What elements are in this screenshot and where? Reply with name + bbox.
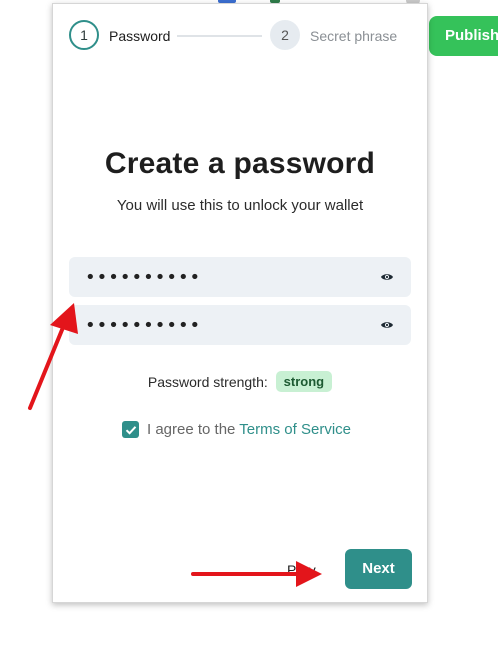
- page-subtitle: You will use this to unlock your wallet: [116, 197, 364, 214]
- next-button[interactable]: Next: [345, 549, 412, 589]
- eye-icon[interactable]: [376, 266, 398, 288]
- terms-prefix: I agree to the: [147, 421, 240, 438]
- password-strength: Password strength: strong: [53, 371, 427, 392]
- wallet-popup: 1 Password 2 Secret phrase Create a pass…: [52, 3, 428, 603]
- stepper: 1 Password 2 Secret phrase: [69, 20, 414, 52]
- password-field[interactable]: [69, 257, 411, 297]
- terms-checkbox[interactable]: [122, 421, 139, 438]
- step-2-label: Secret phrase: [310, 28, 398, 44]
- terms-of-service-link[interactable]: Terms of Service: [239, 421, 351, 438]
- step-connector: [177, 35, 262, 37]
- step-1-indicator: 1: [69, 20, 99, 50]
- page-title: Create a password: [104, 147, 376, 180]
- step-2-indicator: 2: [270, 20, 300, 50]
- strength-label: Password strength:: [147, 374, 268, 390]
- terms-text: I agree to the Terms of Service: [147, 421, 351, 438]
- confirm-password-field[interactable]: [69, 305, 411, 345]
- step-1-label: Password: [109, 28, 171, 44]
- strength-badge: strong: [275, 371, 333, 392]
- publish-button[interactable]: Publish: [429, 16, 498, 56]
- prev-button[interactable]: Prev: [281, 561, 322, 579]
- eye-icon[interactable]: [376, 314, 398, 336]
- check-icon: [125, 425, 136, 435]
